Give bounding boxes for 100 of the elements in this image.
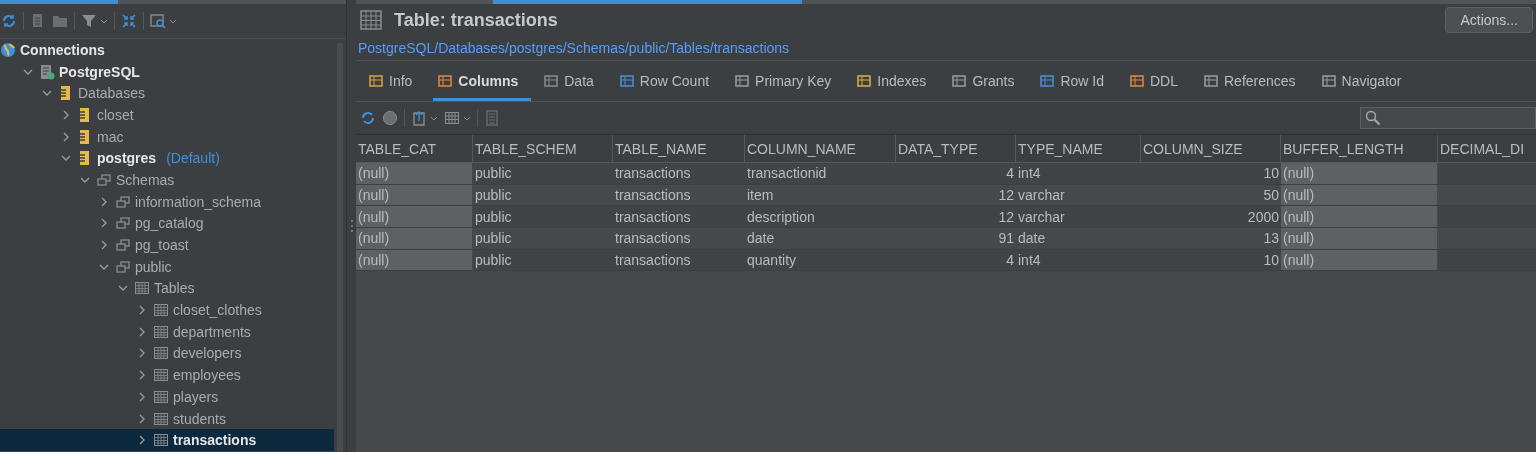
editor-tab[interactable]: Indexes [856, 63, 940, 101]
editor-tab[interactable]: References [1203, 63, 1309, 101]
chevron-right-icon[interactable] [99, 240, 109, 251]
table-cell: (null) [356, 228, 473, 250]
editor-tab[interactable]: Row Count [618, 63, 723, 101]
tab-icon [734, 72, 751, 89]
table-cell: int4 [1016, 249, 1141, 272]
chevron-right-icon[interactable] [99, 218, 109, 229]
tree-item[interactable]: transactions [0, 429, 334, 452]
stop-icon[interactable] [382, 110, 398, 126]
column-header[interactable]: TABLE_SCHEM [473, 135, 613, 163]
table-cell: (null) [1281, 228, 1438, 250]
tree-item[interactable]: information_schema [0, 190, 334, 213]
tree-label: information_schema [135, 193, 262, 210]
tree-label: players [173, 388, 219, 405]
table-icon [153, 302, 169, 319]
server-icon [39, 63, 55, 80]
caret-icon[interactable] [100, 17, 108, 25]
tree-item[interactable]: postgres (Default) [0, 147, 334, 170]
editor-tab[interactable]: Row Id [1039, 63, 1117, 101]
editor-tab[interactable]: Grants [951, 63, 1028, 101]
column-header[interactable]: DATA_TYPE [896, 135, 1016, 163]
tree-item[interactable]: Databases [0, 82, 334, 105]
tree-item[interactable]: pg_catalog [0, 212, 334, 235]
table-cell: 10 [1141, 163, 1281, 185]
chevron-right-icon[interactable] [137, 413, 147, 424]
export-icon[interactable] [411, 110, 427, 126]
tree-label: pg_catalog [135, 215, 204, 232]
tree-item[interactable]: Connections [0, 39, 334, 61]
chevron-right-icon[interactable] [137, 305, 147, 316]
tree-item[interactable]: departments [0, 320, 334, 343]
folder-icon[interactable] [52, 13, 68, 29]
tab-icon [1203, 72, 1219, 89]
window-search-icon[interactable] [150, 13, 166, 29]
table-cell: (null) [356, 206, 473, 229]
caret-icon[interactable] [430, 114, 438, 122]
tab-icon [543, 72, 560, 89]
column-header[interactable]: TABLE_NAME [613, 135, 745, 163]
table-cell: int4 [1016, 163, 1141, 185]
tree-item[interactable]: closet_clothes [0, 299, 334, 321]
table-cell: varchar [1016, 206, 1141, 229]
refresh-icon[interactable] [360, 110, 376, 126]
table-icon [360, 10, 382, 30]
editor-tab[interactable]: DDL [1128, 63, 1191, 101]
tree-label: pg_toast [135, 237, 189, 254]
editor-tab[interactable]: Data [543, 63, 607, 101]
chevron-right-icon[interactable] [137, 370, 147, 381]
tree-label: Databases [78, 85, 145, 102]
chevron-right-icon[interactable] [61, 131, 71, 142]
column-header[interactable]: TYPE_NAME [1016, 135, 1141, 163]
tree-item[interactable]: closet [0, 104, 334, 126]
tree-item[interactable]: players [0, 386, 334, 408]
table-cell: 10 [1141, 249, 1281, 272]
table-cell: transactions [613, 249, 745, 272]
chevron-right-icon[interactable] [99, 196, 109, 207]
schema-icon [115, 258, 131, 275]
table-cell: (null) [356, 249, 473, 272]
chevron-right-icon[interactable] [137, 326, 147, 337]
column-header[interactable]: BUFFER_LENGTH [1281, 135, 1438, 163]
table-cell: (null) [1281, 163, 1438, 185]
chevron-right-icon[interactable] [61, 109, 71, 120]
chevron-right-icon[interactable] [137, 391, 147, 402]
chevron-right-icon[interactable] [137, 348, 147, 359]
editor-tab[interactable]: Primary Key [734, 63, 845, 101]
grid-icon[interactable] [444, 110, 460, 126]
tree-item[interactable]: public [0, 255, 334, 278]
caret-icon[interactable] [463, 114, 471, 122]
tree-item[interactable]: students [0, 407, 334, 430]
caret-icon[interactable] [169, 17, 177, 25]
collapse-icon[interactable] [121, 13, 137, 29]
filter-icon[interactable] [81, 13, 97, 29]
splitter-handle-icon[interactable] [349, 219, 354, 233]
object-path-link[interactable]: PostgreSQL/Databases/postgres/Schemas/public/Tables/transactions [358, 40, 790, 56]
column-header[interactable]: TABLE_CAT [356, 135, 473, 163]
search-field[interactable] [1360, 107, 1536, 129]
tree-item[interactable]: PostgreSQL [0, 60, 334, 83]
column-header[interactable]: COLUMN_SIZE [1141, 135, 1281, 163]
column-header[interactable]: DECIMAL_DI [1438, 135, 1536, 163]
tree-label: closet_clothes [173, 302, 262, 319]
refresh-icon[interactable] [1, 13, 17, 29]
editor-tab[interactable]: Navigator [1320, 63, 1415, 101]
column-header[interactable]: COLUMN_NAME [745, 135, 896, 163]
tree-item[interactable]: mac [0, 125, 334, 148]
globe-icon [0, 41, 16, 58]
tree-label: employees [173, 367, 241, 384]
tree-item[interactable]: Schemas [0, 169, 334, 191]
tree-item[interactable]: pg_toast [0, 234, 334, 256]
editor-tab[interactable]: Info [368, 63, 426, 101]
tree-item[interactable]: developers [0, 342, 334, 365]
tree-item[interactable]: employees [0, 364, 334, 386]
actions-button[interactable]: Actions... [1445, 7, 1533, 33]
table-icon [153, 367, 169, 384]
tab-icon [856, 72, 873, 89]
table-icon [153, 410, 169, 427]
chevron-right-icon[interactable] [137, 435, 147, 446]
editor-tab[interactable]: Columns [433, 63, 532, 101]
table-cell: (null) [356, 163, 473, 185]
tree-label: postgres [97, 150, 157, 167]
table-cell: transactions [613, 163, 745, 185]
tree-item[interactable]: Tables [0, 277, 334, 300]
